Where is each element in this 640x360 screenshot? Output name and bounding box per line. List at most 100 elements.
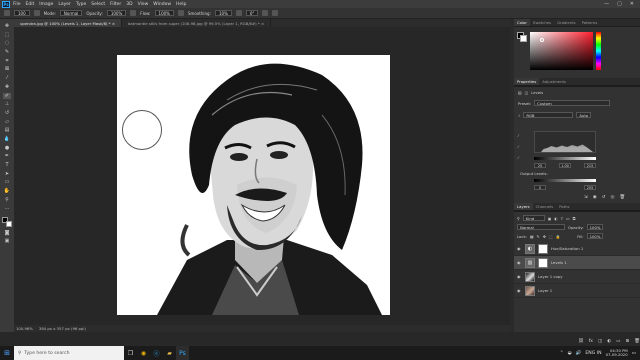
lock-position-icon[interactable]: ✥: [543, 234, 546, 239]
input-black-field[interactable]: 25: [534, 163, 546, 168]
canvas-workspace[interactable]: [14, 27, 510, 325]
path-select-tool-icon[interactable]: ➤: [3, 171, 11, 177]
network-icon[interactable]: ◒: [568, 351, 572, 356]
layer-row-layer-1[interactable]: ◉ Layer 1: [514, 284, 640, 298]
tab-properties[interactable]: Properties: [514, 78, 540, 85]
tab-patterns[interactable]: Patterns: [579, 19, 601, 26]
tab-adjustments[interactable]: Adjustments: [539, 78, 569, 85]
close-icon[interactable]: ×: [112, 21, 115, 26]
visibility-eye-icon[interactable]: ◉: [517, 274, 522, 279]
brush-size[interactable]: 100: [14, 10, 30, 16]
input-levels-slider[interactable]: [534, 157, 596, 160]
windows-start-icon[interactable]: ⊞: [0, 346, 14, 360]
lock-all-icon[interactable]: 🔒: [556, 234, 561, 239]
smoothing-settings-icon[interactable]: [235, 10, 242, 16]
tab-upendra[interactable]: upendra.jpg @ 100% (Levels 1, Layer Mask…: [14, 19, 122, 27]
close-icon[interactable]: ×: [261, 21, 264, 26]
filter-smart-icon[interactable]: ⧉: [573, 216, 576, 221]
menu-filter[interactable]: Filter: [110, 2, 121, 7]
more-tools-icon[interactable]: …: [3, 205, 11, 211]
fx-icon[interactable]: fx: [589, 339, 593, 344]
menu-type[interactable]: Type: [76, 2, 86, 7]
layer-name[interactable]: Layer 1: [538, 288, 552, 293]
zoom-level[interactable]: 100.96%: [16, 326, 33, 331]
channel-select[interactable]: RGB: [523, 112, 574, 118]
auto-button[interactable]: Auto: [576, 112, 592, 118]
tab-paths[interactable]: Paths: [556, 203, 572, 210]
mask-icon[interactable]: ◫: [525, 90, 529, 95]
crop-tool-icon[interactable]: ⌗: [3, 58, 11, 64]
white-point-eyedropper-icon[interactable]: ⁄: [518, 155, 519, 160]
screen-mode-icon[interactable]: ▣: [3, 238, 11, 244]
taskbar-search[interactable]: ⚲ Type here to search: [14, 346, 124, 360]
filter-pixel-icon[interactable]: ▣: [548, 216, 552, 221]
layer-name[interactable]: Levels 1: [551, 260, 567, 265]
marquee-tool-icon[interactable]: ⬚: [3, 32, 11, 38]
hue-slider[interactable]: [596, 32, 601, 70]
zoom-tool-icon[interactable]: ⚲: [3, 197, 11, 203]
hand-tool-icon[interactable]: ✋: [3, 188, 11, 194]
menu-help[interactable]: Help: [176, 2, 186, 7]
menu-image[interactable]: Image: [39, 2, 53, 7]
tray-chevron-icon[interactable]: ⌃: [560, 351, 564, 356]
brush-settings-icon[interactable]: [33, 10, 40, 16]
quick-mask-icon[interactable]: ◙: [3, 230, 11, 236]
color-swatches[interactable]: [2, 217, 12, 227]
new-group-icon[interactable]: ▭: [616, 339, 620, 344]
layer-name[interactable]: Layer 1 copy: [538, 274, 562, 279]
delete-icon[interactable]: 🗑: [619, 195, 625, 200]
blend-mode-select[interactable]: Normal: [517, 224, 565, 230]
layer-row-levels[interactable]: ◉ ▥ Levels 1: [514, 256, 640, 270]
angle-input[interactable]: 0°: [245, 10, 259, 16]
opacity-input[interactable]: 100%: [106, 10, 127, 16]
minimize-button[interactable]: —: [604, 1, 609, 7]
new-layer-icon[interactable]: ⊞: [625, 339, 629, 344]
symmetry-icon[interactable]: [272, 10, 279, 16]
language-indicator[interactable]: ENG IN: [585, 351, 601, 356]
filter-shape-icon[interactable]: ▭: [566, 216, 570, 221]
pen-tool-icon[interactable]: ✒: [3, 153, 11, 159]
tab-gradients[interactable]: Gradients: [554, 19, 579, 26]
input-gamma-field[interactable]: 1.00: [559, 163, 571, 168]
link-icon[interactable]: ⛓: [578, 339, 584, 344]
tab-color[interactable]: Color: [514, 19, 530, 26]
close-button[interactable]: ✕: [630, 1, 634, 7]
menu-select[interactable]: Select: [91, 2, 105, 7]
lock-paint-icon[interactable]: ✎: [537, 234, 540, 239]
layer-row-hue-saturation[interactable]: ◉ ◐ Hue/Saturation 1: [514, 242, 640, 256]
photoshop-taskbar-icon[interactable]: Ps: [176, 346, 189, 360]
background-color[interactable]: [520, 35, 527, 42]
black-point-eyedropper-icon[interactable]: ⁄: [518, 133, 519, 138]
menu-view[interactable]: View: [138, 2, 149, 7]
output-white-field[interactable]: 255: [584, 185, 596, 190]
layer-row-layer-1-copy[interactable]: ◉ Layer 1 copy: [514, 270, 640, 284]
tab-swatches[interactable]: Swatches: [530, 19, 554, 26]
tab-channels[interactable]: Channels: [533, 203, 557, 210]
airbrush-icon[interactable]: [177, 10, 184, 16]
fill-input[interactable]: 100%: [586, 233, 604, 239]
menu-3d[interactable]: 3D: [126, 2, 132, 7]
menu-layer[interactable]: Layer: [58, 2, 71, 7]
menu-file[interactable]: File: [13, 2, 21, 7]
visibility-eye-icon[interactable]: ◉: [517, 246, 522, 251]
rectangle-tool-icon[interactable]: ▭: [3, 179, 11, 185]
clock[interactable]: 04:30 PM 07-09-2020: [606, 348, 628, 358]
menu-edit[interactable]: Edit: [26, 2, 35, 7]
tab-layers[interactable]: Layers: [514, 203, 533, 210]
flow-input[interactable]: 100%: [154, 10, 174, 16]
background-color[interactable]: [5, 220, 12, 227]
view-previous-icon[interactable]: ◉: [593, 195, 597, 200]
gradient-tool-icon[interactable]: ▤: [3, 127, 11, 133]
visibility-eye-icon[interactable]: ◉: [517, 260, 522, 265]
maximize-button[interactable]: ▢: [617, 1, 622, 7]
preset-select[interactable]: Custom: [534, 100, 611, 106]
visibility-eye-icon[interactable]: ◉: [517, 288, 522, 293]
eraser-tool-icon[interactable]: ▱: [3, 119, 11, 125]
healing-brush-tool-icon[interactable]: ✚: [3, 84, 11, 90]
blur-tool-icon[interactable]: 💧: [3, 136, 11, 142]
lock-artboard-icon[interactable]: ⬚: [549, 234, 553, 239]
pressure-opacity-icon[interactable]: [130, 10, 137, 16]
move-tool-icon[interactable]: ✥: [3, 23, 11, 29]
clip-to-layer-icon[interactable]: ⇲: [584, 195, 588, 200]
eyedropper-tool-icon[interactable]: ⁄: [3, 75, 11, 81]
